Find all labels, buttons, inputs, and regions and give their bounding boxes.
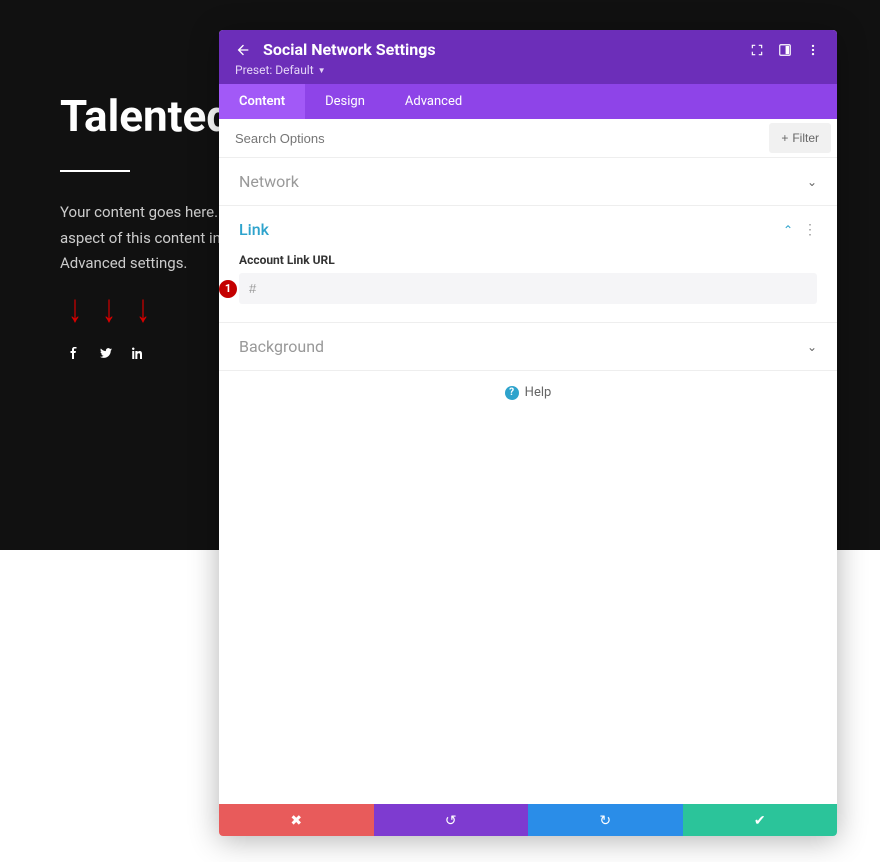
section-label: Link [239,220,783,239]
snap-icon[interactable] [777,42,793,58]
section-network: Network ⌄ [219,158,837,206]
modal-footer: ✖ ↺ ↻ ✔ [219,804,837,836]
section-header-link[interactable]: Link ⌃ ⋮ [219,206,837,253]
section-header-network[interactable]: Network ⌄ [219,158,837,205]
help-label: Help [525,385,552,400]
redo-button[interactable]: ↻ [528,804,683,836]
redo-icon: ↻ [599,812,611,829]
plus-icon: + [781,131,788,145]
section-header-background[interactable]: Background ⌄ [219,323,837,370]
chevron-down-icon: ⌄ [807,175,817,189]
social-icons-row [68,346,144,360]
section-link: Link ⌃ ⋮ Account Link URL 1 [219,206,837,323]
section-label: Network [239,172,807,191]
filter-label: Filter [792,131,819,145]
linkedin-icon[interactable] [132,346,144,360]
caret-down-icon: ▼ [318,66,326,75]
settings-modal: Social Network Settings Preset: Default … [219,30,837,836]
undo-icon: ↺ [445,812,457,829]
arrow-down-icon: ↓ [102,289,116,328]
help-icon: ? [505,386,519,400]
facebook-icon[interactable] [68,346,80,360]
section-background: Background ⌄ [219,323,837,371]
cancel-button[interactable]: ✖ [219,804,374,836]
undo-button[interactable]: ↺ [374,804,529,836]
tab-content[interactable]: Content [219,84,305,119]
kebab-icon[interactable]: ⋮ [803,222,817,238]
modal-header: Social Network Settings Preset: Default … [219,30,837,84]
tab-design[interactable]: Design [305,84,385,119]
save-button[interactable]: ✔ [683,804,838,836]
arrow-down-icon: ↓ [68,289,82,328]
preset-label: Preset: Default [235,63,314,77]
account-link-url-input[interactable] [239,273,817,304]
step-badge: 1 [219,280,237,298]
annotation-arrows: ↓ ↓ ↓ [68,295,150,323]
tab-advanced[interactable]: Advanced [385,84,482,119]
back-icon[interactable] [235,42,251,58]
modal-title: Social Network Settings [263,40,737,59]
search-input[interactable] [219,121,763,156]
chevron-up-icon: ⌃ [783,223,793,237]
tab-bar: Content Design Advanced [219,84,837,119]
chevron-down-icon: ⌄ [807,340,817,354]
kebab-icon[interactable] [805,42,821,58]
twitter-icon[interactable] [100,346,112,360]
field-label: Account Link URL [239,253,817,267]
section-label: Background [239,337,807,356]
preset-dropdown[interactable]: Preset: Default ▼ [235,63,326,77]
filter-button[interactable]: + Filter [769,123,831,153]
search-row: + Filter [219,119,837,158]
help-button[interactable]: ? Help [219,371,837,414]
check-icon: ✔ [754,812,766,829]
close-icon: ✖ [290,812,302,829]
arrow-down-icon: ↓ [136,289,150,328]
expand-icon[interactable] [749,42,765,58]
divider [60,170,130,172]
